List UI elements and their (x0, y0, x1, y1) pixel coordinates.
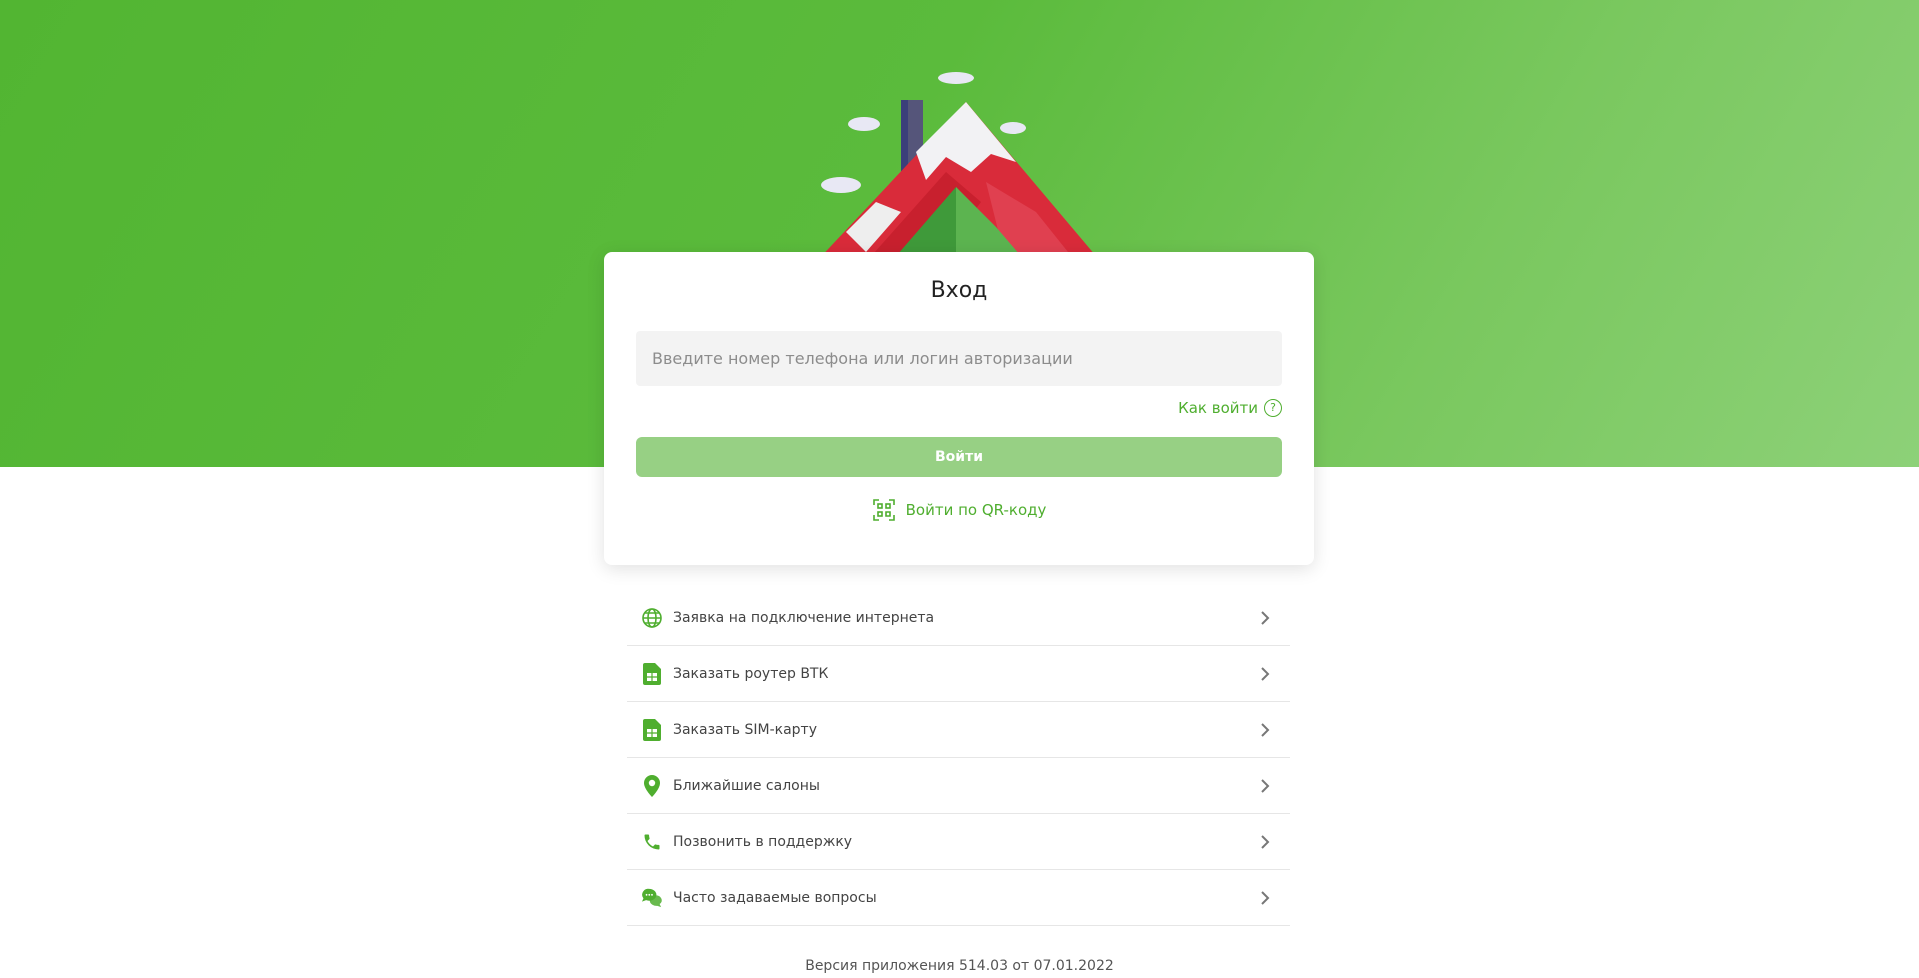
qr-login-link[interactable]: Войти по QR-коду (604, 498, 1314, 522)
qr-login-label: Войти по QR-коду (905, 501, 1047, 519)
menu-item-label: Ближайшие салоны (673, 777, 820, 794)
app-version: Версия приложения 514.03 от 07.01.2022 (805, 958, 1114, 974)
menu-item-label: Заказать роутер ВТК (673, 665, 829, 682)
menu-item-order-router[interactable]: Заказать роутер ВТК (627, 646, 1290, 702)
question-icon: ? (1264, 399, 1282, 417)
menu-item-order-sim[interactable]: Заказать SIM-карту (627, 702, 1290, 758)
menu-item-label: Позвонить в поддержку (673, 833, 853, 850)
how-to-login-link[interactable]: Как войти ? (1178, 399, 1282, 417)
chat-bubbles-icon (641, 887, 663, 909)
qr-code-icon (872, 499, 895, 521)
globe-icon (641, 607, 663, 629)
sim-card-icon (641, 662, 663, 685)
menu-item-label: Заявка на подключение интернета (673, 609, 935, 626)
chevron-right-icon (1250, 722, 1280, 738)
menu-item-label: Заказать SIM-карту (673, 721, 817, 738)
map-pin-icon (641, 774, 663, 797)
login-title: Вход (930, 278, 988, 303)
menu-item-faq[interactable]: Часто задаваемые вопросы (627, 870, 1290, 926)
chevron-right-icon (1250, 610, 1280, 626)
services-menu: Заявка на подключение интернета Заказать… (627, 590, 1290, 926)
menu-item-internet-request[interactable]: Заявка на подключение интернета (627, 590, 1290, 646)
menu-item-call-support[interactable]: Позвонить в поддержку (627, 814, 1290, 870)
chevron-right-icon (1250, 834, 1280, 850)
chevron-right-icon (1250, 778, 1280, 794)
chevron-right-icon (1250, 890, 1280, 906)
login-input[interactable] (636, 331, 1282, 386)
chevron-right-icon (1250, 666, 1280, 682)
mountain-illustration (816, 72, 1101, 262)
login-card: Вход Как войти ? Войти Войти по QR-коду (604, 252, 1314, 565)
menu-item-label: Часто задаваемые вопросы (673, 889, 877, 906)
login-button[interactable]: Войти (636, 437, 1282, 477)
phone-icon (641, 831, 663, 853)
menu-item-nearest-stores[interactable]: Ближайшие салоны (627, 758, 1290, 814)
how-to-login-label: Как войти (1178, 399, 1258, 417)
sim-card-icon (641, 718, 663, 741)
